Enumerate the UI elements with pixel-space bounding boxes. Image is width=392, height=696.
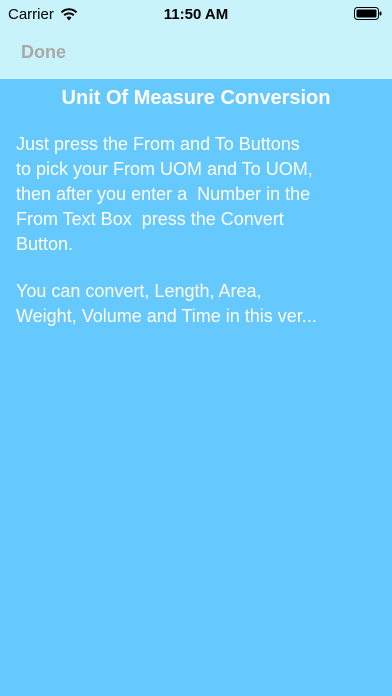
navigation-bar: Done [0, 28, 392, 79]
status-time: 11:50 AM [163, 6, 229, 23]
status-bar: Carrier 11:50 AM [0, 0, 392, 28]
done-button[interactable]: Done [21, 42, 66, 63]
battery-icon [354, 7, 382, 20]
help-content: Unit Of Measure Conversion Just press th… [0, 79, 392, 696]
page-title: Unit Of Measure Conversion [61, 87, 331, 109]
instructions-paragraph: Just press the From and To Buttons to pi… [16, 134, 313, 254]
features-paragraph: You can convert, Length, Area, Weight, V… [16, 281, 317, 326]
